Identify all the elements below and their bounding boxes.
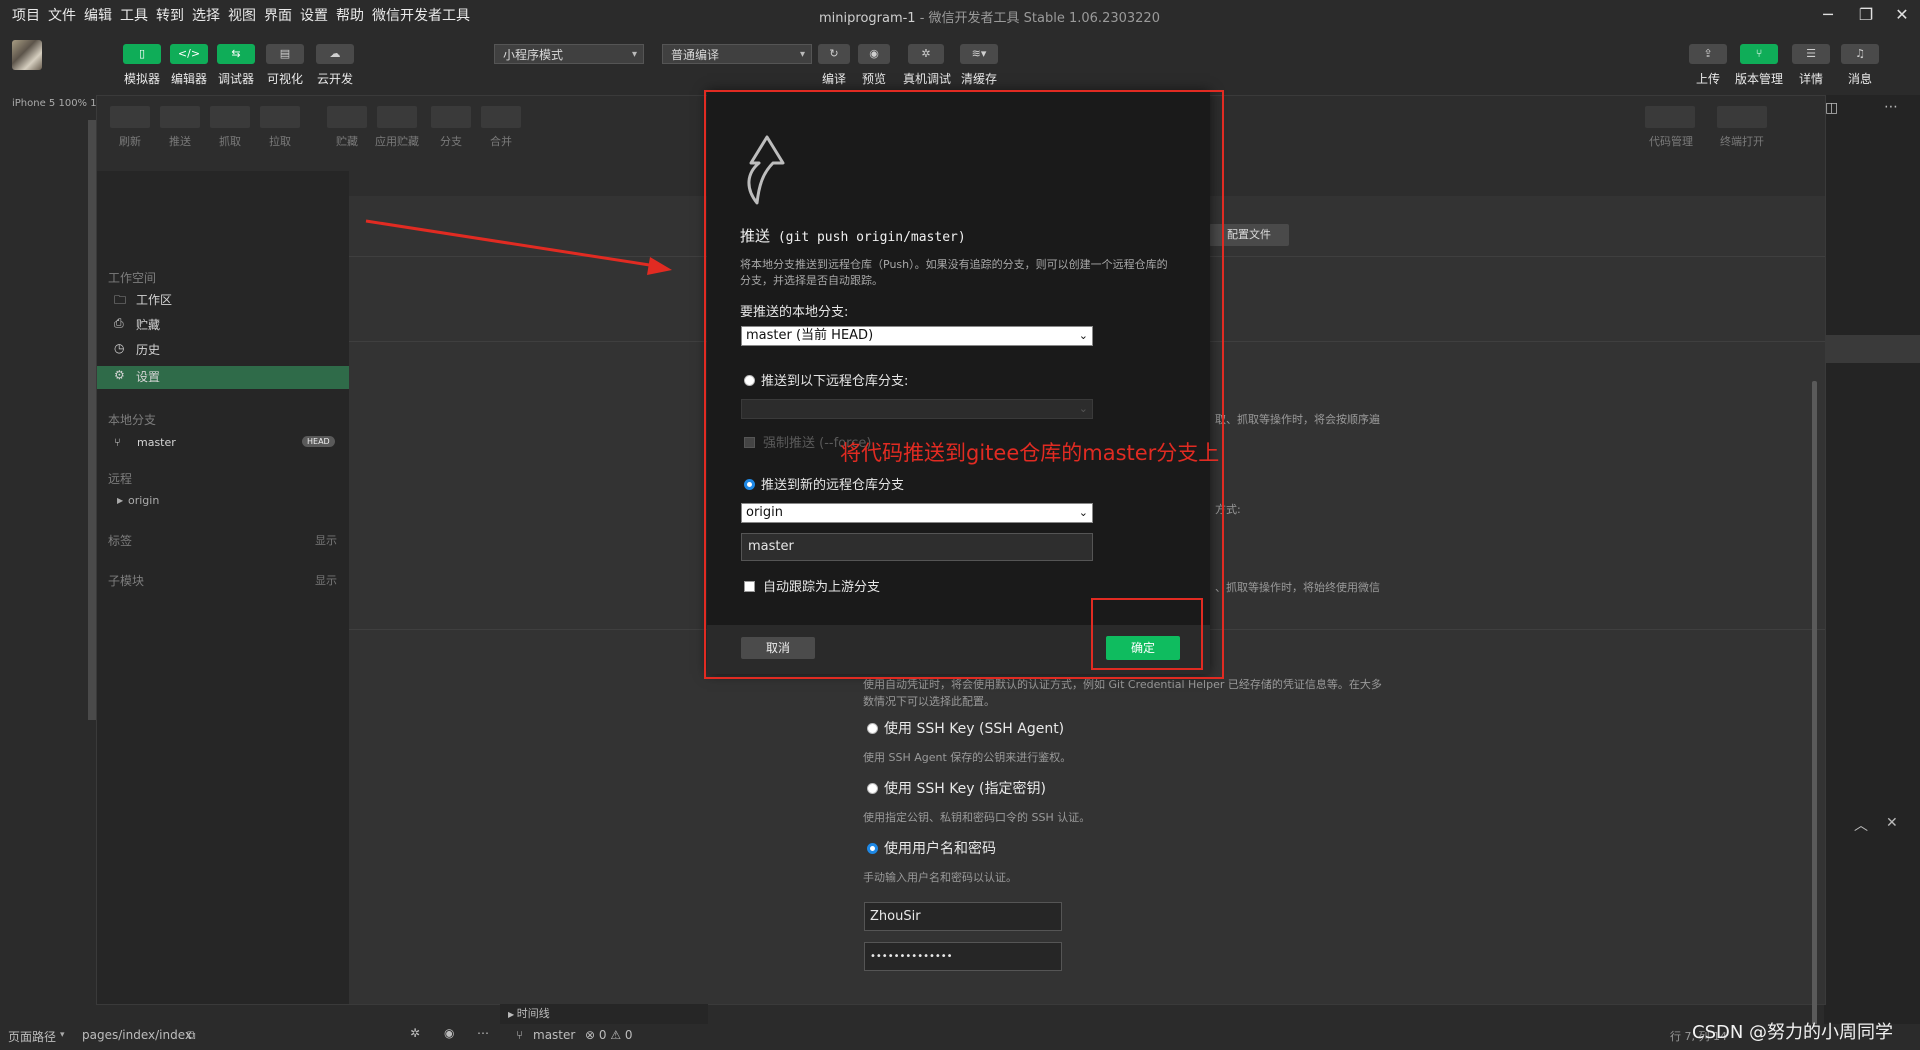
chevron-down-icon: ▾ <box>60 1030 65 1040</box>
bug-icon[interactable]: ✲ <box>410 1026 420 1040</box>
git-branch-icon: ⑂ <box>516 1028 524 1042</box>
copy-icon[interactable]: ⧉ <box>187 1028 196 1043</box>
watermark: CSDN @努力的小周同学 <box>1692 1022 1894 1043</box>
page-path-label[interactable]: 页面路径 <box>8 1028 56 1045</box>
status-bar: 页面路径 ▾ pages/index/index ⧉ ✲ ◉ ⋯ ⑂ maste… <box>0 1024 1920 1050</box>
more-icon[interactable]: ⋯ <box>477 1026 489 1040</box>
page-path: pages/index/index <box>82 1028 192 1042</box>
problems-count[interactable]: ⊗ 0 ⚠ 0 <box>585 1028 633 1042</box>
annotation-arrow <box>365 219 672 275</box>
annotation-text: 将代码推送到gitee仓库的master分支上 <box>840 441 1220 465</box>
timeline-tab[interactable]: ▶ 时间线 <box>500 1004 708 1024</box>
eye-icon[interactable]: ◉ <box>444 1026 454 1040</box>
status-branch[interactable]: master <box>533 1028 575 1042</box>
chevron-right-icon: ▶ <box>508 1010 517 1019</box>
